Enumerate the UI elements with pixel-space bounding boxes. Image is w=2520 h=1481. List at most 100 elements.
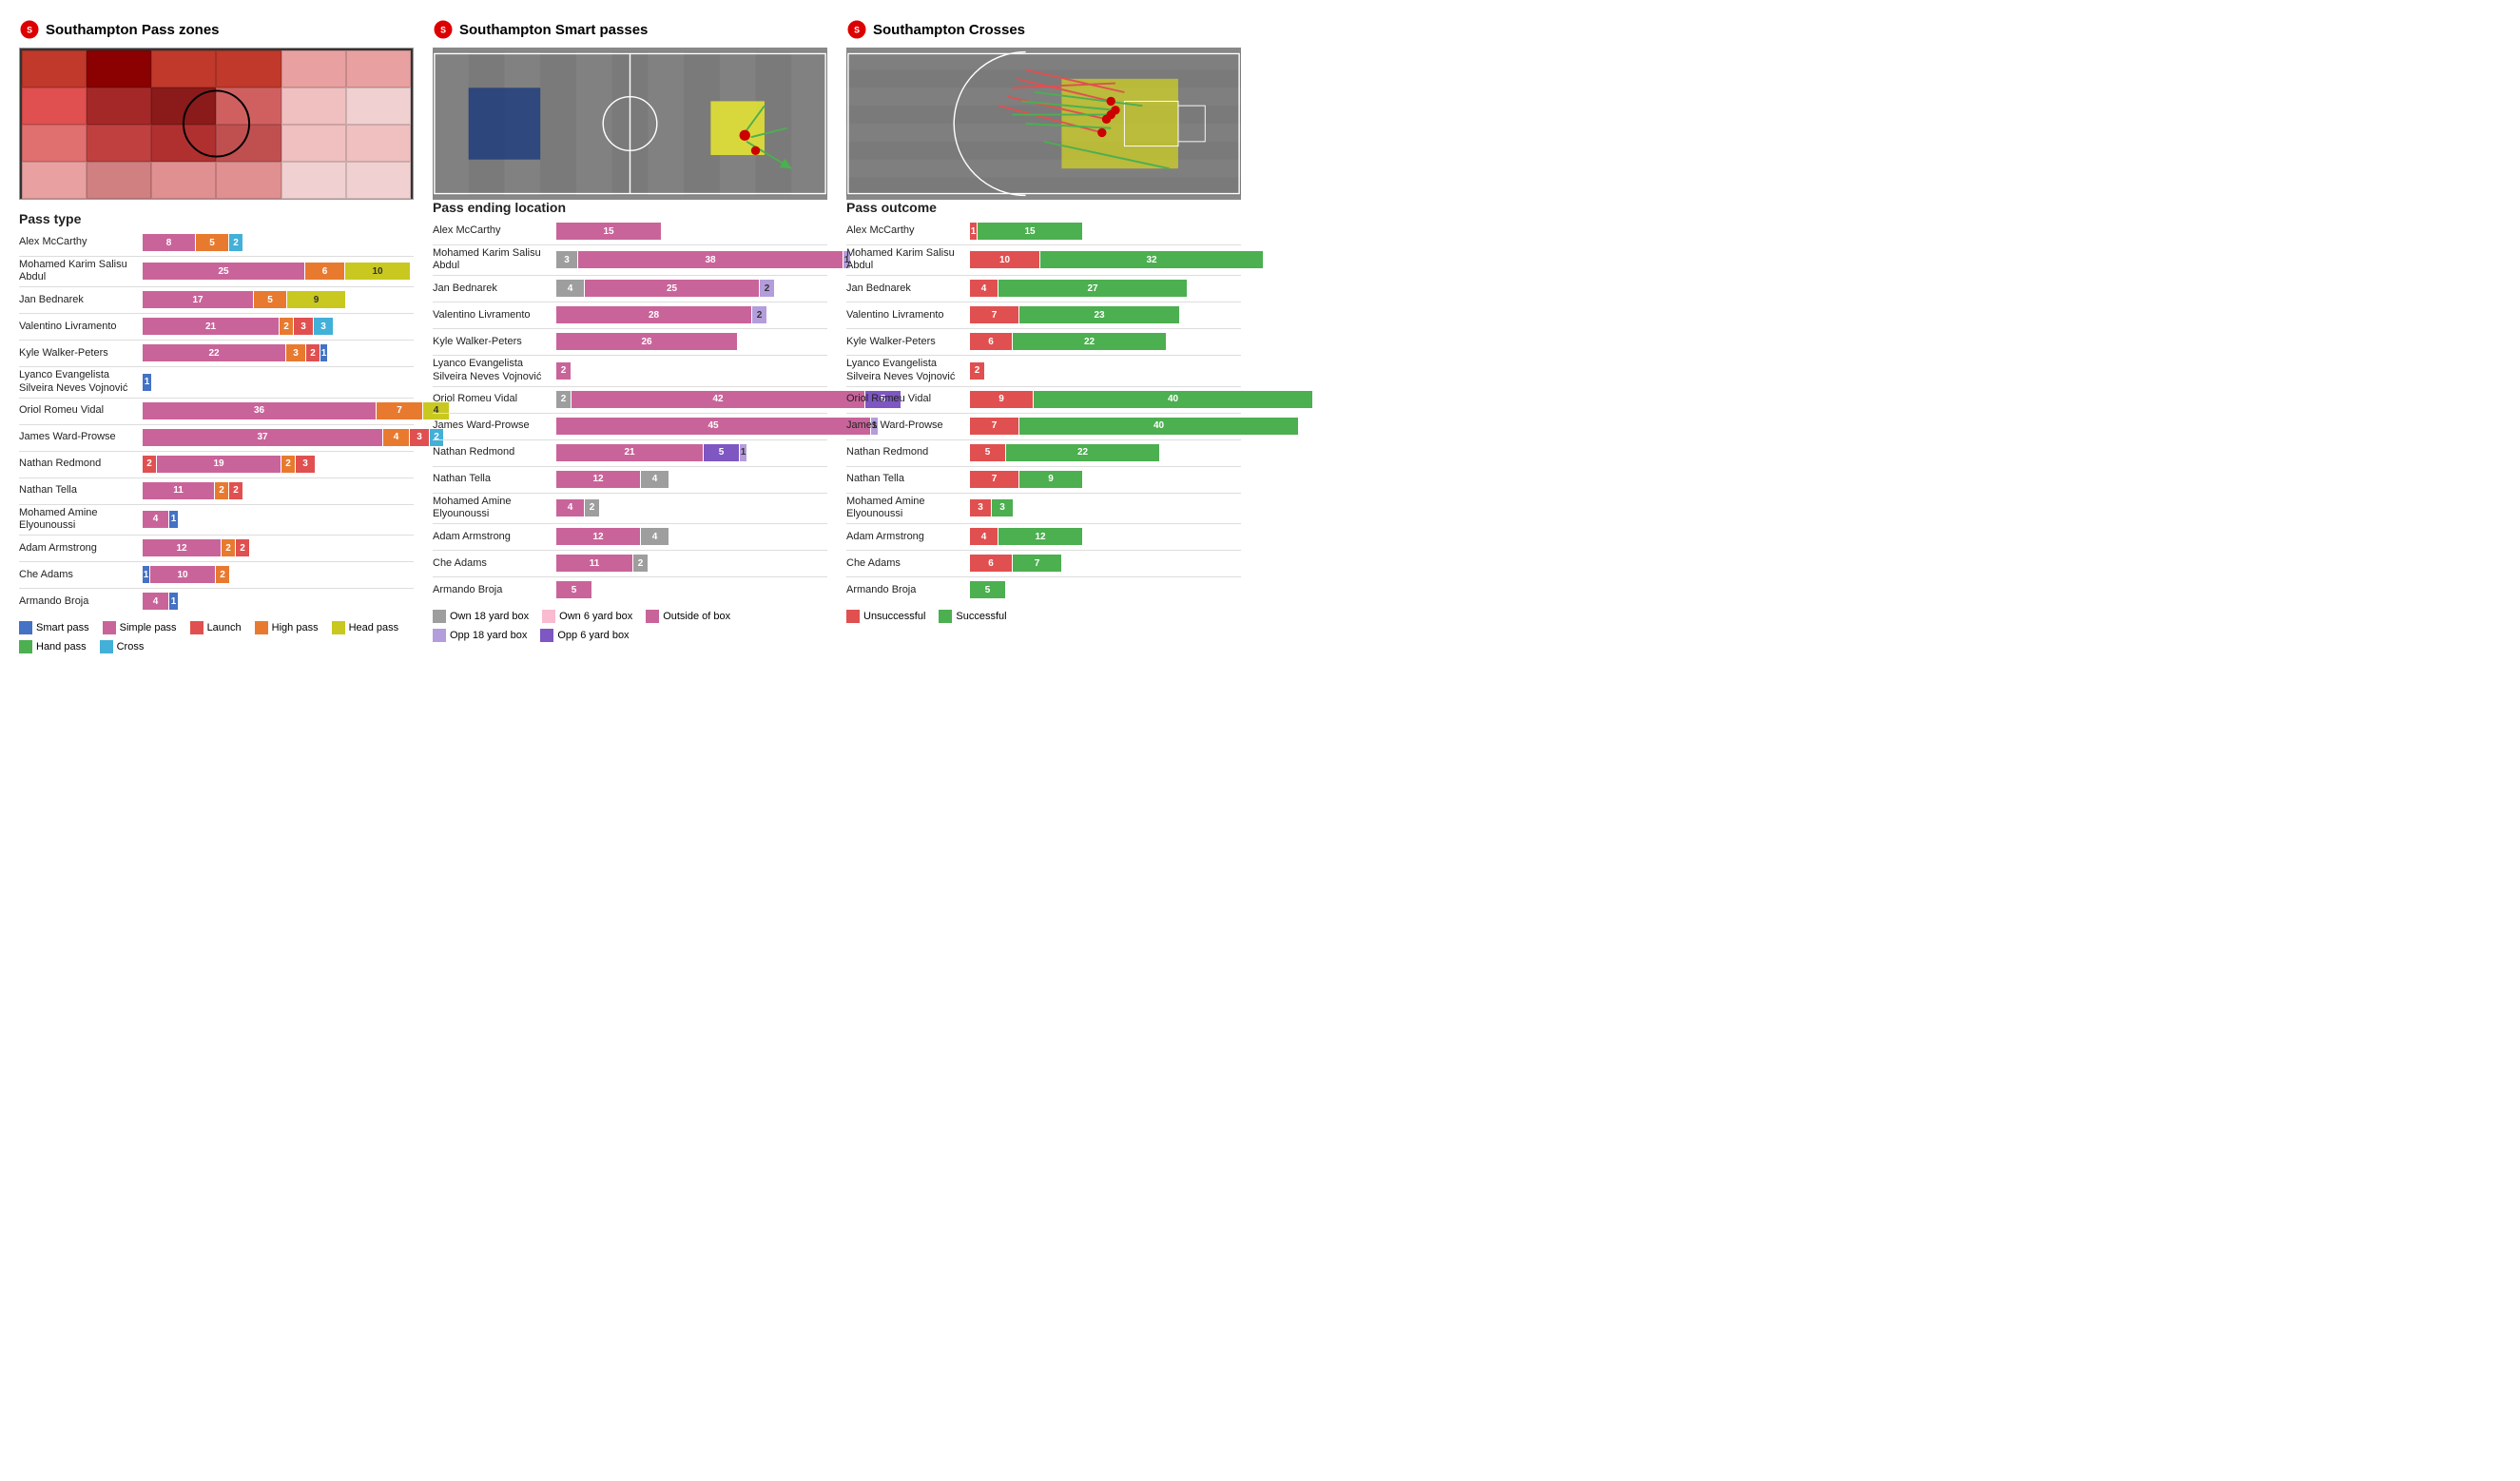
chart-row: Che Adams1102 xyxy=(19,564,414,585)
legend-label: Successful xyxy=(956,611,1006,622)
player-name: Nathan Redmond xyxy=(433,446,556,458)
bar-segment: 2 xyxy=(970,362,984,380)
chart-row: James Ward-Prowse740 xyxy=(846,416,1241,437)
bar-segment: 3 xyxy=(314,318,333,335)
row-divider xyxy=(433,493,827,494)
chart-row: Kyle Walker-Peters622 xyxy=(846,331,1241,352)
bar-segment: 12 xyxy=(556,528,640,545)
bar-segment: 4 xyxy=(143,511,168,528)
heatmap-cell xyxy=(87,162,151,199)
bar-segment: 2 xyxy=(633,555,648,572)
row-divider xyxy=(846,439,1241,440)
bar-segment: 12 xyxy=(143,539,221,556)
crosses-pitch xyxy=(846,48,1241,200)
bar-segment: 37 xyxy=(143,429,382,446)
bar-segment: 2 xyxy=(280,318,293,335)
bar-segment: 15 xyxy=(556,223,661,240)
player-name: Alex McCarthy xyxy=(19,236,143,248)
legend-item: Simple pass xyxy=(103,621,177,634)
row-divider xyxy=(433,275,827,276)
bar-area: 1759 xyxy=(143,291,414,308)
legend-label: Simple pass xyxy=(120,622,177,633)
row-divider xyxy=(433,328,827,329)
bar-segment: 3 xyxy=(992,499,1013,516)
row-divider xyxy=(846,244,1241,245)
bar-area: 412 xyxy=(970,528,1241,545)
bar-segment: 5 xyxy=(556,581,591,598)
chart-row: Nathan Redmond522 xyxy=(846,442,1241,463)
player-name: Jan Bednarek xyxy=(846,283,970,295)
chart-row: Armando Broja5 xyxy=(433,579,827,600)
legend-item: Cross xyxy=(100,640,145,653)
heatmap-cell xyxy=(346,125,411,162)
bar-segment: 22 xyxy=(1006,444,1159,461)
chart-row: Jan Bednarek1759 xyxy=(19,289,414,310)
chart-row: Nathan Tella124 xyxy=(433,469,827,490)
legend-color-box xyxy=(540,629,553,642)
bar-segment: 1 xyxy=(143,566,149,583)
legend-color-box xyxy=(646,610,659,623)
bar-segment: 4 xyxy=(641,471,669,488)
bar-area: 124 xyxy=(556,528,827,545)
bar-area: 1222 xyxy=(143,539,414,556)
legend-item: Successful xyxy=(939,610,1006,623)
bar-area: 5 xyxy=(556,581,827,598)
bar-area: 1102 xyxy=(143,566,414,583)
bar-segment: 25 xyxy=(585,280,759,297)
legend-item: Unsuccessful xyxy=(846,610,925,623)
row-divider xyxy=(433,413,827,414)
pass-type-label: Pass type xyxy=(19,211,414,226)
bar-segment: 19 xyxy=(157,456,281,473)
legend-item: Opp 6 yard box xyxy=(540,629,629,642)
southampton-crest-2: S xyxy=(433,19,454,40)
legend-color-box xyxy=(19,640,32,653)
chart-row: Valentino Livramento723 xyxy=(846,304,1241,325)
chart-row: Alex McCarthy852 xyxy=(19,232,414,253)
bar-segment: 15 xyxy=(978,223,1082,240)
player-name: Oriol Romeu Vidal xyxy=(846,393,970,405)
crosses-chart: Alex McCarthy115Mohamed Karim Salisu Abd… xyxy=(846,221,1241,600)
southampton-crest-3: S xyxy=(846,19,867,40)
bar-segment: 9 xyxy=(970,391,1033,408)
legend-item: High pass xyxy=(255,621,319,634)
bar-segment: 4 xyxy=(143,593,168,610)
bar-segment: 1 xyxy=(143,374,151,391)
chart-row: Mohamed Amine Elyounoussi42 xyxy=(433,496,827,520)
pass-zones-title: S Southampton Pass zones xyxy=(19,19,414,40)
legend-label: Unsuccessful xyxy=(863,611,925,622)
row-divider xyxy=(19,313,414,314)
crosses-panel: S Southampton Crosses xyxy=(846,19,1241,653)
bar-segment: 7 xyxy=(970,418,1018,435)
bar-segment: 2 xyxy=(752,306,766,323)
heatmap-cell xyxy=(281,88,346,125)
southampton-crest-1: S xyxy=(19,19,40,40)
bar-segment: 6 xyxy=(305,263,344,280)
legend-item: Opp 18 yard box xyxy=(433,629,527,642)
bar-area: 15 xyxy=(556,223,827,240)
player-name: Lyanco Evangelista Silveira Neves Vojnov… xyxy=(19,369,143,394)
bar-segment: 2 xyxy=(306,344,320,361)
chart-row: Valentino Livramento282 xyxy=(433,304,827,325)
player-name: James Ward-Prowse xyxy=(846,419,970,432)
chart-row: Oriol Romeu Vidal3674 xyxy=(19,400,414,421)
bar-segment: 2 xyxy=(556,362,571,380)
bar-area: 33 xyxy=(970,499,1241,516)
legend-item: Own 6 yard box xyxy=(542,610,632,623)
row-divider xyxy=(19,340,414,341)
player-name: James Ward-Prowse xyxy=(19,431,143,443)
pass-ending-label: Pass ending location xyxy=(433,200,827,215)
chart-row: Lyanco Evangelista Silveira Neves Vojnov… xyxy=(433,358,827,382)
bar-area: 3381 xyxy=(556,251,850,268)
svg-text:S: S xyxy=(27,25,32,34)
bar-segment: 12 xyxy=(556,471,640,488)
bar-area: 1032 xyxy=(970,251,1263,268)
row-divider xyxy=(19,451,414,452)
bar-segment: 36 xyxy=(143,402,376,419)
crosses-title: S Southampton Crosses xyxy=(846,19,1241,40)
legend-color-box xyxy=(100,640,113,653)
chart-row: James Ward-Prowse37432 xyxy=(19,427,414,448)
legend-label: Head pass xyxy=(349,622,399,633)
heatmap-cell xyxy=(22,125,87,162)
row-divider xyxy=(19,504,414,505)
heatmap-cell xyxy=(281,162,346,199)
